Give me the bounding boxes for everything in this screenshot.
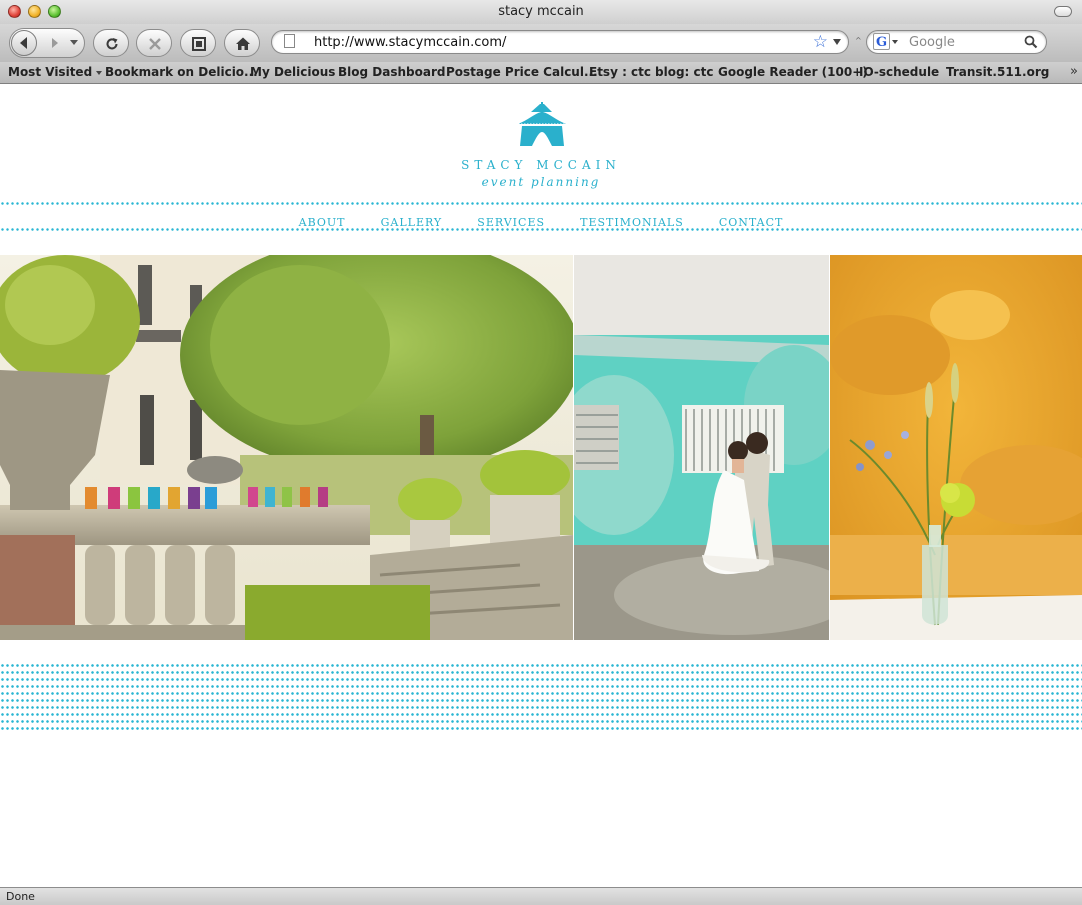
- bookmark-item[interactable]: Etsy : ctc: [589, 65, 651, 79]
- flower-vase-photo: [830, 255, 1082, 640]
- home-button[interactable]: [224, 29, 260, 57]
- web-page: STACY MCCAIN event planning ABOUT GALLER…: [0, 85, 1082, 887]
- window-titlebar: stacy mccain: [0, 0, 1082, 24]
- bookmarks-toolbar: Most Visited Bookmark on Delicio... My D…: [0, 62, 1082, 84]
- bookmark-item[interactable]: Blog Dashboard: [338, 65, 445, 79]
- status-bar: Done: [0, 887, 1082, 905]
- navigation-toolbar: http://www.stacymccain.com/ ☆ ^ G Google: [0, 24, 1082, 62]
- reload-icon: [106, 38, 118, 50]
- resize-grip-icon[interactable]: ^: [855, 36, 862, 45]
- search-icon[interactable]: [1024, 35, 1038, 49]
- tent-logo-icon[interactable]: [514, 102, 570, 148]
- search-engine-icon[interactable]: G: [873, 33, 890, 50]
- forward-button[interactable]: [43, 31, 67, 55]
- search-engine-dropdown-icon[interactable]: [892, 40, 898, 44]
- page-icon: [284, 34, 295, 48]
- search-bar[interactable]: G Google: [866, 30, 1047, 54]
- bookmark-item[interactable]: blog: ctc: [655, 65, 713, 79]
- bookmark-item[interactable]: IO-schedule: [859, 65, 939, 79]
- status-text: Done: [6, 890, 35, 903]
- dotted-divider: [0, 202, 1082, 205]
- bookmark-item[interactable]: Transit.511.org: [946, 65, 1049, 79]
- screenshot-button[interactable]: [180, 29, 216, 57]
- chevron-down-icon: [96, 70, 103, 75]
- bookmark-star-icon[interactable]: ☆: [813, 32, 828, 52]
- url-input[interactable]: http://www.stacymccain.com/: [314, 35, 506, 50]
- wedding-couple-photo: [574, 255, 829, 640]
- stop-button[interactable]: [136, 29, 172, 57]
- reload-button[interactable]: [93, 29, 129, 57]
- brand-name[interactable]: STACY MCCAIN: [0, 158, 1082, 172]
- dotted-pattern-band: [0, 662, 1082, 730]
- forward-arrow-icon: [52, 38, 58, 48]
- bookmark-item[interactable]: Google Reader (100+): [718, 65, 868, 79]
- back-arrow-icon: [20, 37, 27, 49]
- home-icon: [236, 37, 250, 50]
- search-input[interactable]: Google: [909, 35, 955, 50]
- back-button[interactable]: [11, 30, 37, 56]
- toolbar-toggle-button[interactable]: [1054, 6, 1072, 17]
- window-title: stacy mccain: [498, 4, 584, 19]
- bookmark-most-visited[interactable]: Most Visited: [8, 65, 103, 79]
- garden-terrace-photo: [0, 255, 573, 640]
- bookmark-item[interactable]: Postage Price Calcul...: [446, 65, 598, 79]
- url-history-dropdown-icon[interactable]: [833, 39, 841, 45]
- history-nav-group: [9, 28, 85, 58]
- frame-icon: [192, 37, 206, 51]
- stop-icon: [149, 38, 161, 50]
- history-dropdown-icon[interactable]: [70, 40, 78, 45]
- more-bookmarks-icon[interactable]: »: [1070, 64, 1078, 79]
- bookmark-item[interactable]: Bookmark on Delicio...: [105, 65, 258, 79]
- photo-banner: [0, 255, 1082, 640]
- bookmark-item[interactable]: My Delicious: [250, 65, 335, 79]
- brand-tagline: event planning: [481, 175, 601, 189]
- address-bar[interactable]: http://www.stacymccain.com/ ☆: [271, 30, 849, 54]
- dotted-divider: [0, 228, 1082, 231]
